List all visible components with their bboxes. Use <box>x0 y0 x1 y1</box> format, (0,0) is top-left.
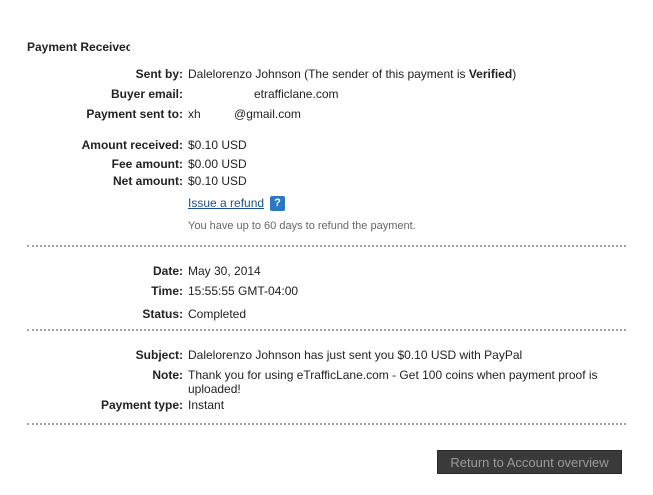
time-label: Time: <box>151 284 183 298</box>
amount-received-value: $0.10 USD <box>188 138 247 152</box>
payment-sent-to-label: Payment sent to: <box>86 107 183 121</box>
time-value: 15:55:55 GMT-04:00 <box>188 284 299 298</box>
status-value: Completed <box>188 307 247 321</box>
net-amount-label: Net amount: <box>113 174 183 188</box>
sent-by-value: Dalelorenzo Johnson (The sender of this … <box>188 67 516 81</box>
payment-type-label: Payment type: <box>100 398 183 412</box>
payment-sent-to-value: xh @gmail.com <box>188 107 301 121</box>
separator-1 <box>27 245 626 247</box>
page-title: Payment Receivec <box>27 40 130 54</box>
fee-amount-value: $0.00 USD <box>188 157 247 171</box>
net-amount-value: $0.10 USD <box>188 174 247 188</box>
return-to-account-button[interactable]: Return to Account overview <box>437 450 622 474</box>
fee-amount-label: Fee amount: <box>111 157 183 171</box>
buyer-email-label: Buyer email: <box>110 87 183 101</box>
sender-name-text: Dalelorenzo Johnson (The sender of this … <box>188 67 469 81</box>
verified-status: Verified <box>468 67 513 81</box>
note-value: Thank you for using eTrafficLane.com - G… <box>188 368 598 396</box>
buyer-email-value: etrafficlane.com <box>254 87 339 101</box>
sent-by-label: Sent by: <box>135 67 183 81</box>
status-label: Status: <box>142 307 183 321</box>
note-label: Note: <box>152 368 183 382</box>
subject-label: Subject: <box>135 348 183 362</box>
help-icon[interactable]: ? <box>270 196 285 211</box>
date-label: Date: <box>152 264 183 278</box>
separator-2 <box>27 329 626 331</box>
amount-received-label: Amount received: <box>81 138 183 152</box>
subject-value: Dalelorenzo Johnson has just sent you $0… <box>188 348 523 362</box>
sender-suffix: ) <box>512 67 517 81</box>
separator-3 <box>27 423 626 425</box>
refund-hint: You have up to 60 days to refund the pay… <box>188 220 416 232</box>
date-value: May 30, 2014 <box>188 264 261 278</box>
payment-type-value: Instant <box>188 398 225 412</box>
issue-refund-link[interactable]: Issue a refund <box>188 196 264 210</box>
